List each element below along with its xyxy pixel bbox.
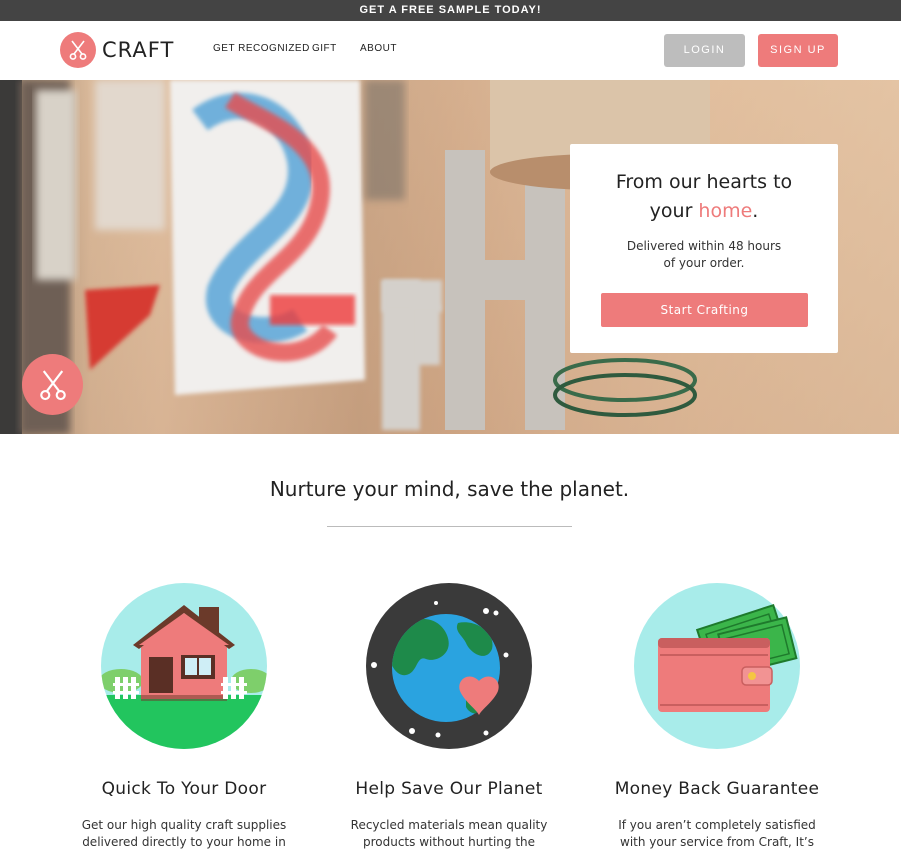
brand-logo[interactable]: CRAFT (60, 32, 174, 68)
section-divider (327, 526, 572, 527)
feature-title: Help Save Our Planet (355, 779, 543, 799)
hero-title-accent: home (698, 200, 753, 222)
nav-about[interactable]: ABOUT (360, 43, 397, 54)
feature-text-line2: delivered directly to your home in (82, 835, 286, 849)
feature-text-line1: Recycled materials mean quality (350, 818, 548, 832)
promo-text[interactable]: GET A FREE SAMPLE TODAY! (359, 4, 541, 16)
wallet-icon (634, 583, 800, 749)
hero-section: From our hearts to your home. Delivered … (0, 80, 899, 434)
hero-card: From our hearts to your home. Delivered … (570, 144, 838, 353)
feature-text: If you aren’t completely satisfied with y… (607, 817, 827, 851)
top-navigation: CRAFT GET RECOGNIZED GIFT ABOUT LOGIN SI… (0, 21, 901, 80)
nav-gift[interactable]: GIFT (312, 43, 337, 54)
hero-subtitle-line1: Delivered within 48 hours (626, 239, 782, 253)
house-icon (101, 583, 267, 749)
hero-subtitle: Delivered within 48 hours of your order. (570, 238, 838, 272)
earth-icon (366, 583, 532, 749)
hero-title: From our hearts to your home. (570, 168, 838, 226)
promo-banner[interactable]: GET A FREE SAMPLE TODAY! (0, 0, 901, 21)
feature-save-planet: Help Save Our Planet Recycled materials … (314, 583, 584, 851)
hero-title-post: . (752, 200, 759, 222)
signup-button[interactable]: SIGN UP (758, 34, 838, 67)
feature-text-line1: If you aren’t completely satisfied (618, 818, 816, 832)
feature-text-line2: products without hurting the (362, 835, 536, 849)
feature-text-line2: with your service from Craft, It’s (620, 835, 814, 849)
scissors-icon[interactable] (22, 354, 83, 415)
start-crafting-button[interactable]: Start Crafting (601, 293, 808, 327)
hero-title-line2: your home. (570, 197, 838, 226)
hero-title-line1: From our hearts to (615, 171, 793, 193)
feature-title: Money Back Guarantee (614, 779, 820, 799)
nav-get-recognized[interactable]: GET RECOGNIZED (213, 43, 310, 54)
feature-text-line1: Get our high quality craft supplies (81, 818, 287, 832)
scissors-icon (60, 32, 96, 68)
feature-text: Get our high quality craft supplies deliv… (74, 817, 294, 851)
feature-title: Quick To Your Door (101, 779, 267, 799)
hero-subtitle-line2: of your order. (663, 256, 745, 270)
hero-title-pre: your (649, 200, 699, 222)
feature-text: Recycled materials mean quality products … (339, 817, 559, 851)
feature-quick-to-door: Quick To Your Door Get our high quality … (49, 583, 319, 851)
brand-name: CRAFT (102, 38, 175, 62)
feature-money-back: Money Back Guarantee If you aren’t compl… (582, 583, 852, 851)
login-button[interactable]: LOGIN (664, 34, 745, 67)
section-title: Nurture your mind, save the planet. (269, 477, 630, 501)
